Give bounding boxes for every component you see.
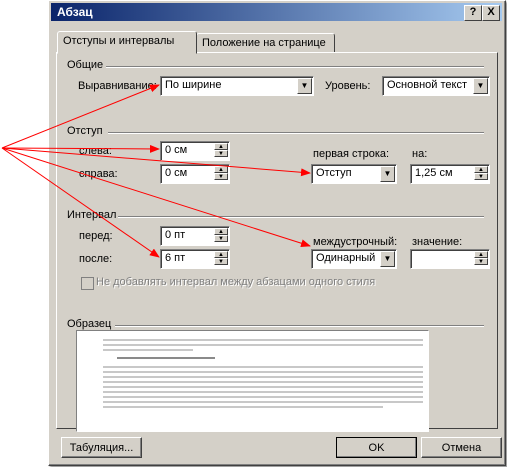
- arrow-to-indent-left: [1, 144, 160, 153]
- tab-label: Отступы и интервалы: [63, 35, 175, 47]
- arrow-to-after: [1, 147, 160, 258]
- arrow-to-first-line: [1, 147, 311, 177]
- arrow-to-alignment: [1, 84, 160, 149]
- arrow-to-line-spacing: [1, 147, 311, 248]
- tab-indents-spacing[interactable]: Отступы и интервалы: [57, 31, 197, 54]
- annotation-arrows: [1, 84, 311, 258]
